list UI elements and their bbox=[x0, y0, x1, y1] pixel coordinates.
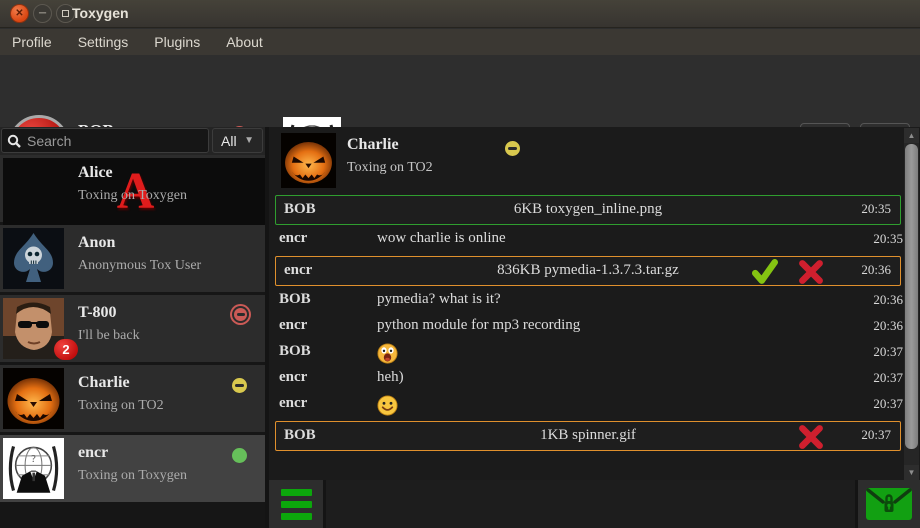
contact-item-encr[interactable]: ? encr Toxing on Toxygen bbox=[0, 435, 265, 502]
charlie-avatar bbox=[3, 368, 64, 429]
accept-file-icon[interactable] bbox=[752, 259, 778, 285]
contact-name: Charlie bbox=[78, 374, 130, 392]
message-text: python module for mp3 recording bbox=[377, 317, 580, 334]
file-transfer-pending: encr 836KB pymedia-1.3.7.3.tar.gz 20:36 bbox=[275, 256, 901, 286]
message-time: 20:35 bbox=[873, 231, 903, 247]
unread-count-badge: 2 bbox=[54, 339, 78, 360]
contact-status-message: Toxing on Toxygen bbox=[78, 188, 187, 204]
contact-item-charlie[interactable]: Charlie Toxing on TO2 bbox=[0, 365, 265, 432]
close-window-icon[interactable]: ✕ bbox=[10, 4, 29, 23]
menu-settings[interactable]: Settings bbox=[78, 34, 129, 50]
file-name: 6KB toxygen_inline.png bbox=[276, 201, 900, 218]
sidebar: All ▼ A Alice Toxing on Toxygen bbox=[0, 127, 265, 528]
chat-peer-card: Charlie Toxing on TO2 bbox=[277, 133, 890, 193]
svg-text:?: ? bbox=[31, 454, 36, 465]
encr-avatar: ? bbox=[3, 438, 64, 499]
scroll-down-icon[interactable]: ▼ bbox=[904, 465, 919, 480]
anon-avatar bbox=[3, 228, 64, 289]
scroll-up-icon[interactable]: ▲ bbox=[904, 128, 919, 143]
decline-file-icon[interactable] bbox=[798, 424, 824, 450]
contact-name: encr bbox=[78, 444, 108, 462]
message-row: encr python module for mp3 recording 20:… bbox=[269, 315, 903, 341]
message-time: 20:36 bbox=[861, 262, 891, 278]
search-input[interactable] bbox=[27, 133, 208, 149]
message-time: 20:36 bbox=[873, 292, 903, 308]
contact-status-message: Toxing on TO2 bbox=[78, 398, 164, 414]
header-row: B BOB Looking for Python dev… ? encr Tox… bbox=[0, 55, 920, 127]
message-row: encr 20:37 bbox=[269, 393, 903, 419]
message-text: wow charlie is online bbox=[377, 230, 506, 247]
message-sender: encr bbox=[279, 395, 307, 412]
scrollbar-thumb[interactable] bbox=[905, 144, 918, 449]
message-time: 20:37 bbox=[873, 344, 903, 360]
message-text: heh) bbox=[377, 369, 404, 386]
search-icon bbox=[7, 134, 21, 148]
message-input[interactable] bbox=[326, 480, 855, 528]
send-message-button[interactable] bbox=[858, 480, 920, 528]
chat-scrollbar: ▲ ▼ bbox=[904, 128, 919, 480]
chat-area: Charlie Toxing on TO2 BOB 6KB toxygen_in… bbox=[265, 127, 920, 528]
attachments-menu-button[interactable] bbox=[269, 480, 323, 528]
shocked-emoji-icon bbox=[377, 343, 398, 364]
peer-card-status-away-icon bbox=[505, 141, 520, 156]
smile-emoji-icon bbox=[377, 395, 398, 416]
message-row: BOB 20:37 bbox=[269, 341, 903, 367]
title-bar: ✕ ─ Toxygen bbox=[0, 0, 920, 28]
message-time: 20:36 bbox=[873, 318, 903, 334]
contact-item-t800[interactable]: T-800 I'll be back 2 bbox=[0, 295, 265, 362]
message-sender: BOB bbox=[279, 343, 311, 360]
message-sender: encr bbox=[279, 230, 307, 247]
message-time: 20:37 bbox=[861, 427, 891, 443]
minimize-window-icon[interactable]: ─ bbox=[33, 4, 52, 23]
message-time: 20:37 bbox=[873, 370, 903, 386]
message-list: BOB 6KB toxygen_inline.png 20:35 encr wo… bbox=[269, 193, 903, 454]
peer-card-name: Charlie bbox=[347, 136, 399, 154]
menu-about[interactable]: About bbox=[226, 34, 263, 50]
file-transfer-done: BOB 6KB toxygen_inline.png 20:35 bbox=[275, 195, 901, 225]
peer-card-status-message: Toxing on TO2 bbox=[347, 160, 433, 176]
hamburger-icon bbox=[281, 489, 312, 496]
charlie-avatar bbox=[281, 133, 336, 188]
search-row: All ▼ bbox=[0, 127, 265, 155]
contact-list: A Alice Toxing on Toxygen bbox=[0, 155, 265, 528]
search-box[interactable] bbox=[1, 128, 209, 153]
contact-status-online-icon bbox=[232, 448, 247, 463]
toxygen-window: ✕ ─ Toxygen Profile Settings Plugins Abo… bbox=[0, 0, 920, 528]
contact-status-message: I'll be back bbox=[78, 328, 140, 344]
contact-item-alice[interactable]: A Alice Toxing on Toxygen bbox=[0, 155, 265, 222]
contact-status-away-icon bbox=[232, 378, 247, 393]
decline-file-icon[interactable] bbox=[798, 259, 824, 285]
contact-name: Alice bbox=[78, 164, 113, 182]
contact-name: Anon bbox=[78, 234, 115, 252]
message-sender: encr bbox=[279, 369, 307, 386]
contact-name: T-800 bbox=[78, 304, 117, 322]
message-sender: encr bbox=[279, 317, 307, 334]
message-row: BOB pymedia? what is it? 20:36 bbox=[269, 289, 903, 315]
menu-bar: Profile Settings Plugins About bbox=[0, 29, 920, 55]
file-transfer-in-progress: BOB 1KB spinner.gif 20:37 bbox=[275, 421, 901, 451]
menu-profile[interactable]: Profile bbox=[12, 34, 52, 50]
contact-filter-dropdown[interactable]: All ▼ bbox=[212, 128, 263, 153]
contact-item-anon[interactable]: Anon Anonymous Tox User bbox=[0, 225, 265, 292]
contact-status-message: Anonymous Tox User bbox=[78, 258, 201, 274]
message-sender: BOB bbox=[279, 291, 311, 308]
contact-status-message: Toxing on Toxygen bbox=[78, 468, 187, 484]
message-row: encr wow charlie is online 20:35 bbox=[269, 228, 903, 254]
window-title: Toxygen bbox=[72, 5, 129, 21]
chevron-down-icon: ▼ bbox=[244, 135, 254, 146]
message-text: pymedia? what is it? bbox=[377, 291, 501, 308]
message-time: 20:35 bbox=[861, 201, 891, 217]
filter-value: All bbox=[221, 133, 237, 149]
message-row: encr heh) 20:37 bbox=[269, 367, 903, 393]
composer-bar bbox=[269, 480, 920, 528]
encrypted-envelope-icon bbox=[865, 486, 913, 522]
menu-plugins[interactable]: Plugins bbox=[154, 34, 200, 50]
contact-status-busy-icon bbox=[234, 308, 247, 321]
message-time: 20:37 bbox=[873, 396, 903, 412]
